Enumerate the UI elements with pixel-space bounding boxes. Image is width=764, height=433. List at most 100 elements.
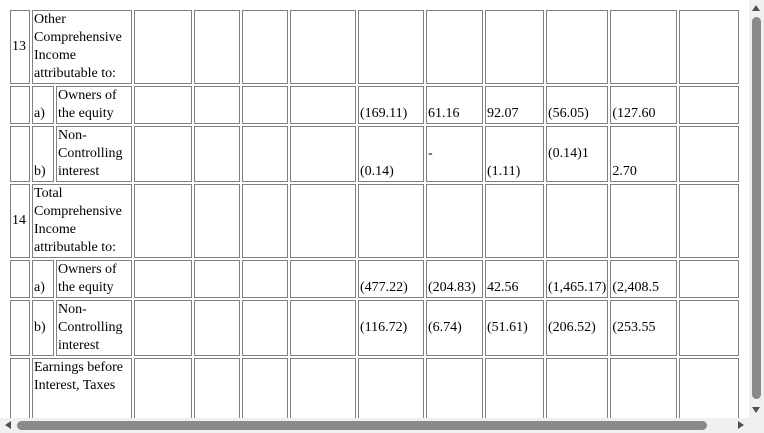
table-cell [679, 358, 740, 418]
vertical-scroll-thumb[interactable] [752, 17, 761, 399]
table-cell [610, 184, 678, 258]
value-cell: (477.22) [358, 260, 424, 298]
value-cell: (1.11) [485, 126, 544, 182]
table-cell [242, 300, 288, 356]
table-cell [546, 10, 609, 84]
table-row: 14 Total Comprehensive Income attributab… [10, 184, 740, 258]
row-label: Total Comprehensive Income attributable … [32, 184, 132, 258]
table-cell [290, 184, 356, 258]
value-cell: (2,408.5 [610, 260, 678, 298]
table-cell [194, 358, 240, 418]
table-cell [242, 358, 288, 418]
table-cell [194, 10, 240, 84]
value-cell: 2.70 [610, 126, 678, 182]
table-cell [485, 358, 544, 418]
table-cell [290, 126, 356, 182]
sub-index: b) [32, 126, 54, 182]
table-cell [10, 126, 30, 182]
value-cell: 42.56 [485, 260, 544, 298]
table-cell [426, 184, 483, 258]
row-label: Earnings before Interest, Taxes [32, 358, 132, 418]
table-cell [10, 260, 30, 298]
sub-index: a) [32, 260, 54, 298]
table-row: b) Non-Controlling interest (0.14) - (1.… [10, 126, 740, 182]
scroll-down-arrow-icon[interactable] [752, 407, 760, 413]
value-cell: (51.61) [485, 300, 544, 356]
table-cell [485, 10, 544, 84]
value-cell: 92.07 [485, 86, 544, 124]
table-cell [290, 86, 356, 124]
table-row: a) Owners of the equity (477.22) (204.83… [10, 260, 740, 298]
table-cell [134, 10, 192, 84]
table-cell [358, 184, 424, 258]
row-label: Non-Controlling interest [56, 126, 132, 182]
document-viewport: 13 Other Comprehensive Income attributab… [0, 0, 749, 418]
table-cell [194, 126, 240, 182]
financial-results-table: 13 Other Comprehensive Income attributab… [8, 8, 741, 418]
row-number: 13 [10, 10, 30, 84]
value-cell: (206.52) [546, 300, 609, 356]
table-cell [546, 184, 609, 258]
table-cell [485, 184, 544, 258]
table-cell [426, 358, 483, 418]
table-cell [134, 260, 192, 298]
table-cell [134, 126, 192, 182]
scroll-up-arrow-icon[interactable] [752, 5, 760, 11]
value-cell: (169.11) [358, 86, 424, 124]
table-cell [134, 300, 192, 356]
row-label: Owners of the equity [56, 260, 132, 298]
table-cell [10, 86, 30, 124]
value-cell: (56.05) [546, 86, 609, 124]
table-cell [358, 358, 424, 418]
sub-index: a) [32, 86, 54, 124]
table-cell [194, 86, 240, 124]
table-cell [546, 358, 609, 418]
table-cell [194, 184, 240, 258]
scroll-left-arrow-icon[interactable] [5, 421, 11, 429]
table-cell [679, 126, 740, 182]
table-cell [290, 358, 356, 418]
vertical-scrollbar[interactable] [749, 0, 764, 418]
table-cell [242, 86, 288, 124]
table-cell [290, 300, 356, 356]
table-cell [679, 260, 740, 298]
value-cell: (127.60 [610, 86, 678, 124]
table-cell [242, 184, 288, 258]
table-cell [134, 358, 192, 418]
table-cell [610, 10, 678, 84]
value-cell: (116.72) [358, 300, 424, 356]
horizontal-scroll-thumb[interactable] [17, 421, 707, 430]
row-label: Non-Controlling interest [56, 300, 132, 356]
table-cell [679, 86, 740, 124]
value-cell: (0.14) [358, 126, 424, 182]
value-cell: (253.55 [610, 300, 678, 356]
table-cell [679, 184, 740, 258]
table-cell [290, 260, 356, 298]
table-cell [134, 184, 192, 258]
table-cell [194, 300, 240, 356]
table-cell [242, 260, 288, 298]
table-row: b) Non-Controlling interest (116.72) (6.… [10, 300, 740, 356]
table-cell [679, 10, 740, 84]
row-label: Other Comprehensive Income attributable … [32, 10, 132, 84]
table-row: a) Owners of the equity (169.11) 61.16 9… [10, 86, 740, 124]
value-cell: (0.14)1 [546, 126, 609, 182]
table-cell [242, 126, 288, 182]
table-cell [426, 10, 483, 84]
table-cell [679, 300, 740, 356]
row-label: Owners of the equity [56, 86, 132, 124]
value-cell: (6.74) [426, 300, 483, 356]
table-row: Earnings before Interest, Taxes [10, 358, 740, 418]
horizontal-scrollbar[interactable] [0, 418, 749, 433]
table-cell [10, 300, 30, 356]
row-number: 14 [10, 184, 30, 258]
value-cell: (1,465.17) [546, 260, 609, 298]
table-cell [194, 260, 240, 298]
value-cell: (204.83) [426, 260, 483, 298]
value-cell: 61.16 [426, 86, 483, 124]
table-cell [10, 358, 30, 418]
table-cell [242, 10, 288, 84]
scroll-right-arrow-icon[interactable] [738, 421, 744, 429]
sub-index: b) [32, 300, 54, 356]
table-cell [290, 10, 356, 84]
